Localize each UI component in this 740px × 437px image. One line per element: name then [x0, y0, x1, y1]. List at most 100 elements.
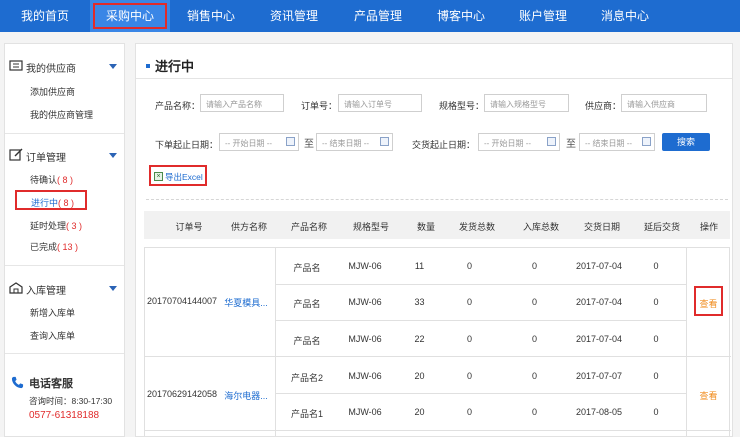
sidebar-section-supplier[interactable]: 我的供应商 [5, 56, 124, 76]
sidebar-section-storage-title: 入库管理 [26, 286, 66, 297]
product-cell: 产品名 [293, 299, 321, 309]
supplier-input[interactable]: 请输入供应商 [621, 94, 707, 112]
view-button[interactable]: 查看 [694, 389, 723, 402]
export-excel-label: 导出Excel [165, 172, 203, 182]
sidebar-link-delayed-label: 延时处理 [30, 221, 67, 231]
nav-item-products[interactable]: 产品管理 [336, 0, 420, 32]
delay-cell: 0 [653, 371, 659, 381]
sidebar-link-in-progress-label: 进行中 [31, 198, 59, 208]
shipped-cell: 0 [466, 371, 472, 381]
excel-icon: × [154, 172, 163, 182]
col-divider [275, 248, 276, 436]
calendar-icon[interactable] [380, 137, 389, 146]
order-divider [145, 430, 731, 431]
product-name-input[interactable]: 请输入产品名称 [200, 94, 284, 112]
order-icon [9, 148, 23, 161]
sidebar-link-pending[interactable]: 待确认( 8 ) [30, 173, 73, 186]
sidebar-link-manage-supplier[interactable]: 我的供应商管理 [30, 108, 93, 121]
sidebar-section-storage[interactable]: 入库管理 [5, 278, 124, 298]
chevron-down-icon[interactable] [109, 153, 117, 158]
spec-cell: MJW-06 [348, 334, 382, 344]
table-header: 订单号 供方名称 产品名称 规格型号 数量 发货总数 入库总数 交货日期 延后交… [144, 211, 730, 239]
nav-item-messages[interactable]: 消息中心 [584, 0, 666, 32]
stored-cell: 0 [531, 407, 537, 417]
phone-icon [11, 376, 24, 389]
stored-cell: 0 [531, 297, 537, 307]
nav-item-account[interactable]: 账户管理 [502, 0, 584, 32]
sidebar-section-supplier-title: 我的供应商 [26, 64, 76, 75]
nav-highlight [93, 3, 167, 29]
delivery-start-date-input[interactable]: -- 开始日期 -- [478, 133, 560, 151]
chevron-down-icon[interactable] [109, 286, 117, 291]
pending-count: ( 8 ) [57, 175, 74, 185]
main-panel: 进行中 产品名称： 请输入产品名称 订单号： 请输入订单号 规格型号： 请输入规… [135, 43, 733, 437]
sidebar-link-done[interactable]: 已完成( 13 ) [30, 240, 78, 253]
sidebar-link-done-label: 已完成 [30, 242, 58, 252]
delivery-end-date-input[interactable]: -- 结束日期 -- [579, 133, 655, 151]
sidebar-link-add-storage[interactable]: 新增入库单 [30, 306, 75, 319]
col-qty: 数量 [416, 222, 435, 232]
view-button[interactable]: 查看 [694, 297, 723, 310]
nav-item-purchase[interactable]: 采购中心 [90, 0, 170, 32]
qty-cell: 22 [414, 334, 425, 344]
chevron-down-icon[interactable] [109, 64, 117, 69]
delay-cell: 0 [653, 297, 659, 307]
supplier-label: 供应商： [585, 101, 622, 111]
product-cell: 产品名2 [290, 373, 323, 383]
supplier-link[interactable]: 华夏模具... [217, 296, 275, 309]
nav-item-blog[interactable]: 博客中心 [420, 0, 502, 32]
spec-cell: MJW-06 [348, 261, 382, 271]
supplier-icon [9, 60, 23, 71]
export-excel-button[interactable]: × 导出Excel [149, 165, 207, 186]
shipped-cell: 0 [466, 334, 472, 344]
sidebar-link-delayed[interactable]: 延时处理( 3 ) [30, 219, 82, 232]
calendar-icon[interactable] [642, 137, 651, 146]
shipped-cell: 0 [466, 297, 472, 307]
col-shipped: 发货总数 [458, 222, 495, 232]
col-action: 操作 [699, 222, 718, 232]
nav-item-sales[interactable]: 销售中心 [170, 0, 252, 32]
col-supplier: 供方名称 [230, 222, 267, 232]
qty-cell: 33 [414, 297, 425, 307]
page-title: 进行中 [146, 56, 194, 75]
service-hours: 咨询时间：8:30-17:30 [29, 396, 113, 406]
calendar-icon[interactable] [286, 137, 295, 146]
order-end-date-input[interactable]: -- 结束日期 -- [316, 133, 393, 151]
date-cell: 2017-08-05 [575, 407, 623, 417]
done-count: ( 13 ) [57, 242, 79, 252]
supplier-link[interactable]: 海尔电器... [217, 389, 275, 402]
order-date-label: 下单起止日期： [155, 140, 219, 150]
order-no-input[interactable]: 请输入订单号 [338, 94, 422, 112]
spec-cell: MJW-06 [348, 297, 382, 307]
nav-item-home[interactable]: 我的首页 [0, 0, 90, 32]
order-no-cell: 20170629142058 [146, 389, 218, 399]
order-start-date-input[interactable]: -- 开始日期 -- [219, 133, 299, 151]
date-range-separator: 至 [304, 139, 314, 150]
sidebar-section-order[interactable]: 订单管理 [5, 145, 124, 165]
delayed-count: ( 3 ) [66, 221, 83, 231]
col-date: 交货日期 [583, 222, 620, 232]
row-divider [275, 284, 686, 285]
sidebar-link-query-storage[interactable]: 查询入库单 [30, 329, 75, 342]
sidebar-link-in-progress[interactable]: 进行中( 8 ) [15, 190, 87, 210]
search-button[interactable]: 搜索 [662, 133, 710, 151]
order-no-label: 订单号： [301, 101, 338, 111]
in-progress-count: ( 8 ) [58, 198, 75, 208]
delivery-start-date-placeholder: -- 开始日期 -- [484, 139, 532, 148]
shipped-cell: 0 [466, 407, 472, 417]
orders-table: 20170704144007 华夏模具... 产品名 MJW-06 11 0 0… [144, 247, 731, 436]
spec-input[interactable]: 请输入规格型号 [484, 94, 569, 112]
date-cell: 2017-07-04 [575, 334, 623, 344]
col-order-no: 订单号 [175, 222, 203, 232]
sidebar-link-add-supplier[interactable]: 添加供应商 [30, 85, 75, 98]
delivery-end-date-placeholder: -- 结束日期 -- [585, 139, 633, 148]
stored-cell: 0 [531, 261, 537, 271]
row-divider [275, 393, 686, 394]
sidebar: 我的供应商 添加供应商 我的供应商管理 订单管理 待确认( 8 ) 进行中( 8… [4, 43, 125, 437]
nav-item-news[interactable]: 资讯管理 [252, 0, 336, 32]
product-name-label: 产品名称： [155, 101, 201, 111]
qty-cell: 11 [414, 261, 425, 271]
calendar-icon[interactable] [547, 137, 556, 146]
sidebar-section-order-title: 订单管理 [26, 153, 66, 164]
qty-cell: 20 [414, 407, 425, 417]
